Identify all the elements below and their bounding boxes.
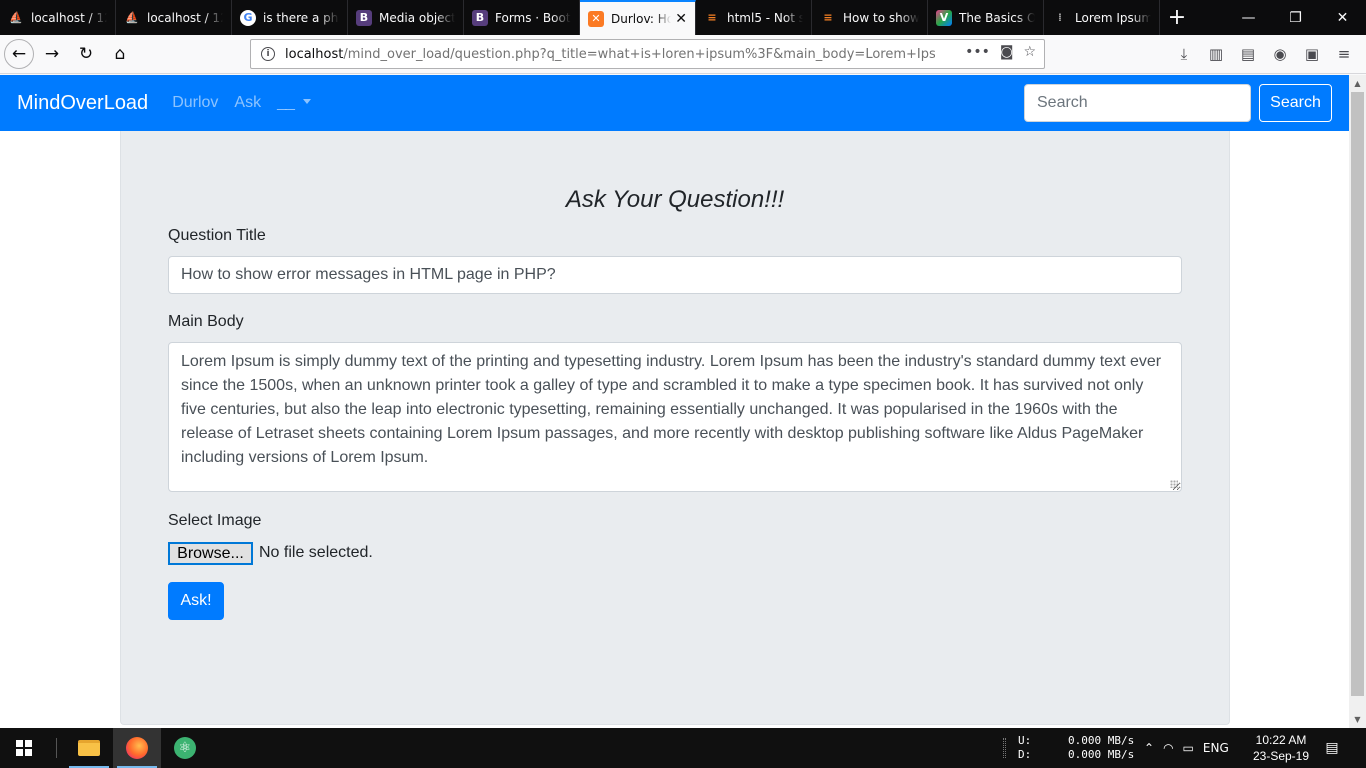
atom-icon: ⚛ bbox=[174, 737, 196, 759]
scroll-thumb[interactable] bbox=[1351, 92, 1364, 696]
url-actions: ••• ◙ ☆ bbox=[965, 44, 1036, 60]
reload-button[interactable]: ↻ bbox=[70, 38, 102, 70]
ask-submit-button[interactable]: Ask! bbox=[168, 582, 224, 620]
pocket-icon[interactable]: ◙ bbox=[1000, 44, 1014, 60]
bookmark-star-icon[interactable]: ☆ bbox=[1023, 44, 1036, 60]
nav-link-durlov[interactable]: Durlov bbox=[172, 94, 218, 112]
tab-google-search[interactable]: Gis there a pho bbox=[232, 0, 348, 35]
downloads-icon[interactable]: ⤓ bbox=[1168, 38, 1200, 70]
taskbar-clock[interactable]: 10:22 AM 23-Sep-19 bbox=[1250, 732, 1312, 764]
url-bar[interactable]: i localhost/mind_over_load/question.php?… bbox=[250, 39, 1045, 69]
nav-dropdown[interactable]: __ bbox=[277, 94, 311, 112]
url-text: localhost/mind_over_load/question.php?q_… bbox=[285, 47, 935, 62]
xampp-icon: ✕ bbox=[588, 10, 604, 27]
stackoverflow-icon: ≡ bbox=[823, 11, 833, 24]
back-button[interactable]: ← bbox=[4, 39, 34, 69]
new-tab-button[interactable]: + bbox=[1160, 0, 1194, 35]
tab-durlov-active[interactable]: ✕ Durlov: Ho ✕ bbox=[580, 0, 696, 35]
main-body-textarea[interactable]: Lorem Ipsum is simply dummy text of the … bbox=[168, 342, 1182, 492]
page-scrollbar[interactable]: ▲ ▼ bbox=[1349, 75, 1366, 728]
bootstrap-icon: B bbox=[472, 9, 488, 26]
library-icon[interactable]: ▥ bbox=[1200, 38, 1232, 70]
site-search-input[interactable] bbox=[1024, 84, 1251, 122]
site-info-icon[interactable]: i bbox=[261, 47, 275, 61]
net-up-value: 0.000 MB/s bbox=[1068, 734, 1135, 747]
lipsum-icon: ⁞ bbox=[1057, 11, 1063, 24]
tab-phpmyadmin-1[interactable]: ⛵ localhost / 12 bbox=[0, 0, 116, 35]
main-body-label: Main Body bbox=[168, 313, 244, 330]
url-path: /mind_over_load/question.php?q_title=wha… bbox=[343, 46, 935, 62]
menu-icon[interactable]: ≡ bbox=[1328, 38, 1360, 70]
toolbar-right: ⤓ ▥ ▤ ◉ ▣ ≡ bbox=[1168, 38, 1360, 70]
firefox-icon bbox=[126, 737, 148, 759]
taskbar-separator bbox=[56, 738, 57, 758]
minimize-button[interactable]: — bbox=[1225, 0, 1272, 35]
scroll-up-icon[interactable]: ▲ bbox=[1349, 75, 1366, 92]
form-heading: Ask Your Question!!! bbox=[565, 186, 785, 213]
net-down-value: 0.000 MB/s bbox=[1068, 748, 1135, 761]
vuetify-icon: V bbox=[936, 9, 952, 26]
notification-icon[interactable]: ▤ bbox=[1322, 738, 1342, 758]
clock-time: 10:22 AM bbox=[1255, 733, 1307, 747]
resize-grip-icon[interactable] bbox=[1170, 480, 1178, 488]
close-window-button[interactable]: ✕ bbox=[1319, 0, 1366, 35]
forward-button[interactable]: → bbox=[36, 38, 68, 70]
question-title-input[interactable] bbox=[168, 256, 1182, 294]
site-brand[interactable]: MindOverLoad bbox=[17, 92, 148, 115]
start-button[interactable] bbox=[0, 728, 48, 768]
file-status-text: No file selected. bbox=[259, 544, 373, 561]
page-viewport: MindOverLoad Durlov Ask __ Search Ask Yo… bbox=[0, 75, 1349, 728]
firefox-taskbar-button[interactable] bbox=[113, 728, 161, 768]
scroll-down-icon[interactable]: ▼ bbox=[1349, 711, 1366, 728]
browser-tab-bar: ⛵ localhost / 12 ⛵ localhost / 12 Gis ther… bbox=[0, 0, 1366, 35]
net-down-label: D: bbox=[1018, 748, 1032, 761]
extension-icon[interactable]: ▣ bbox=[1296, 38, 1328, 70]
folder-icon bbox=[78, 740, 100, 756]
site-search-button[interactable]: Search bbox=[1259, 84, 1332, 122]
windows-taskbar: ⚛ U: 0.000 MB/s D: 0.000 MB/s ⌃ ◠ ▭ ENG 10… bbox=[0, 728, 1366, 768]
browse-file-button[interactable]: Browse... bbox=[168, 542, 253, 565]
sidebar-icon[interactable]: ▤ bbox=[1232, 38, 1264, 70]
tab-lorem-ipsum[interactable]: ⁞ Lorem Ipsum bbox=[1044, 0, 1160, 35]
tab-phpmyadmin-2[interactable]: ⛵ localhost / 12 bbox=[116, 0, 232, 35]
url-host: localhost bbox=[285, 46, 344, 62]
tab-basics[interactable]: V The Basics Of bbox=[928, 0, 1044, 35]
restore-button[interactable]: ❐ bbox=[1272, 0, 1319, 35]
system-tray: ⌃ ◠ ▭ ENG bbox=[1144, 728, 1238, 768]
site-navbar: MindOverLoad Durlov Ask __ Search bbox=[0, 75, 1349, 131]
question-form-card: Ask Your Question!!! Question Title Main… bbox=[120, 131, 1230, 725]
atom-taskbar-button[interactable]: ⚛ bbox=[161, 728, 209, 768]
tab-bootstrap-forms[interactable]: B Forms · Boots bbox=[464, 0, 580, 35]
net-up-label: U: bbox=[1018, 734, 1032, 747]
nav-link-ask[interactable]: Ask bbox=[234, 94, 261, 112]
account-icon[interactable]: ◉ bbox=[1264, 38, 1296, 70]
net-speed-meter: U: 0.000 MB/s D: 0.000 MB/s bbox=[1018, 734, 1134, 762]
chevron-up-icon[interactable]: ⌃ bbox=[1144, 741, 1154, 755]
tab-bootstrap-media[interactable]: B Media object bbox=[348, 0, 464, 35]
wifi-icon[interactable]: ◠ bbox=[1163, 741, 1173, 755]
page-actions-icon[interactable]: ••• bbox=[965, 44, 990, 60]
battery-icon[interactable]: ▭ bbox=[1183, 741, 1194, 755]
browser-toolbar: ← → ↻ ⌂ i localhost/mind_over_load/quest… bbox=[0, 35, 1366, 74]
stackoverflow-icon: ≡ bbox=[707, 11, 717, 24]
tab-stackoverflow-howto[interactable]: ≡ How to show bbox=[812, 0, 928, 35]
phpmyadmin-icon: ⛵ bbox=[9, 11, 23, 24]
question-title-label: Question Title bbox=[168, 227, 266, 244]
clock-date: 23-Sep-19 bbox=[1252, 749, 1310, 763]
windows-logo-icon bbox=[16, 740, 32, 756]
phpmyadmin-icon: ⛵ bbox=[125, 11, 139, 24]
tab-stackoverflow-html5[interactable]: ≡ html5 - Not s bbox=[696, 0, 812, 35]
main-body-text: Lorem Ipsum is simply dummy text of the … bbox=[181, 353, 1162, 466]
window-controls: — ❐ ✕ bbox=[1225, 0, 1366, 35]
bootstrap-icon: B bbox=[356, 9, 372, 26]
close-tab-icon[interactable]: ✕ bbox=[675, 11, 687, 27]
home-button[interactable]: ⌂ bbox=[104, 38, 136, 70]
language-indicator[interactable]: ENG bbox=[1203, 741, 1229, 755]
file-explorer-button[interactable] bbox=[65, 728, 113, 768]
select-image-label: Select Image bbox=[168, 512, 262, 529]
tray-divider bbox=[1003, 738, 1006, 758]
google-icon: G bbox=[240, 9, 256, 26]
